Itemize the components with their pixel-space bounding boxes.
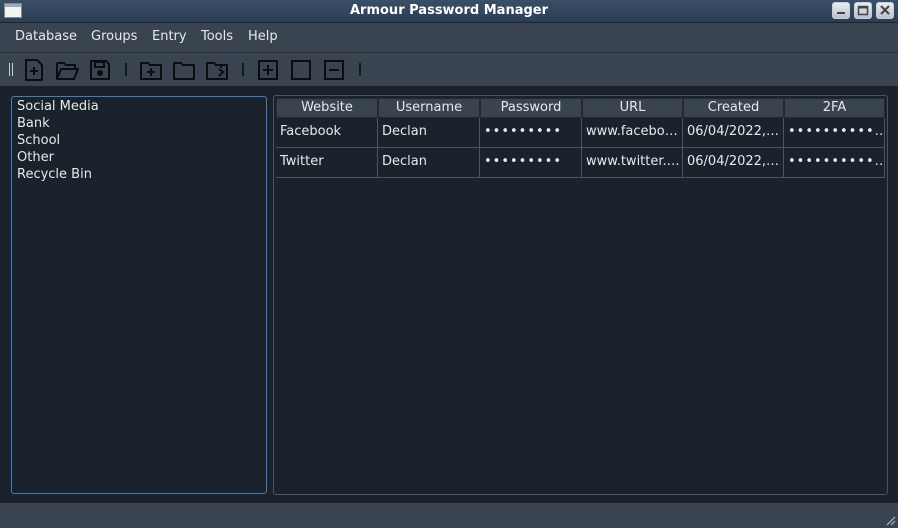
- menu-tools[interactable]: Tools: [201, 29, 233, 44]
- minimize-button[interactable]: [832, 2, 850, 19]
- resize-grip-icon[interactable]: [884, 514, 896, 526]
- add-group-button[interactable]: [139, 58, 163, 82]
- add-entry-button[interactable]: [256, 58, 280, 82]
- column-header-2fa[interactable]: 2FA: [784, 98, 885, 118]
- toolbar-separator: [359, 63, 361, 76]
- open-database-icon: [56, 62, 79, 80]
- toolbar-handle[interactable]: [12, 63, 13, 76]
- save-database-button[interactable]: [88, 58, 112, 82]
- column-header-created[interactable]: Created: [683, 98, 784, 118]
- group-item-other[interactable]: Other: [17, 150, 54, 165]
- cell-password[interactable]: •••••••••: [480, 118, 582, 148]
- menu-database[interactable]: Database: [15, 29, 77, 44]
- cell-username[interactable]: Declan: [378, 118, 480, 148]
- maximize-button[interactable]: [854, 2, 872, 19]
- folder-button[interactable]: [172, 58, 196, 82]
- edit-group-button[interactable]: [205, 58, 229, 82]
- cell-url[interactable]: www.facebo…: [582, 118, 683, 148]
- cell-website[interactable]: Facebook: [276, 118, 378, 148]
- open-database-button[interactable]: [55, 58, 79, 82]
- remove-entry-icon: [324, 60, 344, 80]
- group-item-recycle-bin[interactable]: Recycle Bin: [17, 167, 92, 182]
- toolbar-separator: [125, 63, 127, 76]
- window-title: Armour Password Manager: [349, 3, 549, 18]
- cell-created[interactable]: 06/04/2022,…: [683, 148, 784, 178]
- cell-url[interactable]: www.twitter.…: [582, 148, 683, 178]
- group-item-bank[interactable]: Bank: [17, 116, 50, 131]
- minimize-icon: [837, 12, 845, 14]
- edit-entry-button[interactable]: [289, 58, 313, 82]
- group-item-school[interactable]: School: [17, 133, 60, 148]
- maximize-icon: [857, 5, 869, 16]
- menu-bar: Database Groups Entry Tools Help: [0, 23, 898, 53]
- status-bar: [0, 503, 898, 528]
- edit-group-icon: [206, 62, 228, 80]
- column-header-url[interactable]: URL: [582, 98, 683, 118]
- add-entry-icon: [258, 60, 278, 80]
- title-bar: Armour Password Manager: [0, 0, 898, 23]
- group-item-social-media[interactable]: Social Media: [17, 99, 99, 114]
- close-button[interactable]: [876, 2, 894, 19]
- cell-2fa[interactable]: ••••••••••…: [784, 118, 885, 148]
- menu-entry[interactable]: Entry: [152, 29, 187, 44]
- cell-website[interactable]: Twitter: [276, 148, 378, 178]
- column-header-password[interactable]: Password: [480, 98, 582, 118]
- new-database-icon: [25, 59, 43, 81]
- toolbar-handle[interactable]: [9, 63, 10, 76]
- new-database-button[interactable]: [22, 58, 46, 82]
- entries-table[interactable]: Website Username Password URL Created 2F…: [273, 95, 888, 495]
- toolbar: [0, 53, 898, 86]
- remove-entry-button[interactable]: [322, 58, 346, 82]
- groups-tree[interactable]: Social Media Bank School Other Recycle B…: [11, 96, 267, 494]
- cell-username[interactable]: Declan: [378, 148, 480, 178]
- column-header-website[interactable]: Website: [276, 98, 378, 118]
- close-icon: [880, 5, 890, 15]
- save-database-icon: [90, 60, 110, 80]
- menu-groups[interactable]: Groups: [91, 29, 137, 44]
- column-header-username[interactable]: Username: [378, 98, 480, 118]
- toolbar-separator: [242, 63, 244, 76]
- cell-password[interactable]: •••••••••: [480, 148, 582, 178]
- folder-icon: [173, 62, 195, 80]
- cell-2fa[interactable]: ••••••••••…: [784, 148, 885, 178]
- menu-help[interactable]: Help: [248, 29, 278, 44]
- edit-entry-icon: [291, 60, 311, 80]
- add-group-icon: [140, 62, 162, 80]
- cell-created[interactable]: 06/04/2022,…: [683, 118, 784, 148]
